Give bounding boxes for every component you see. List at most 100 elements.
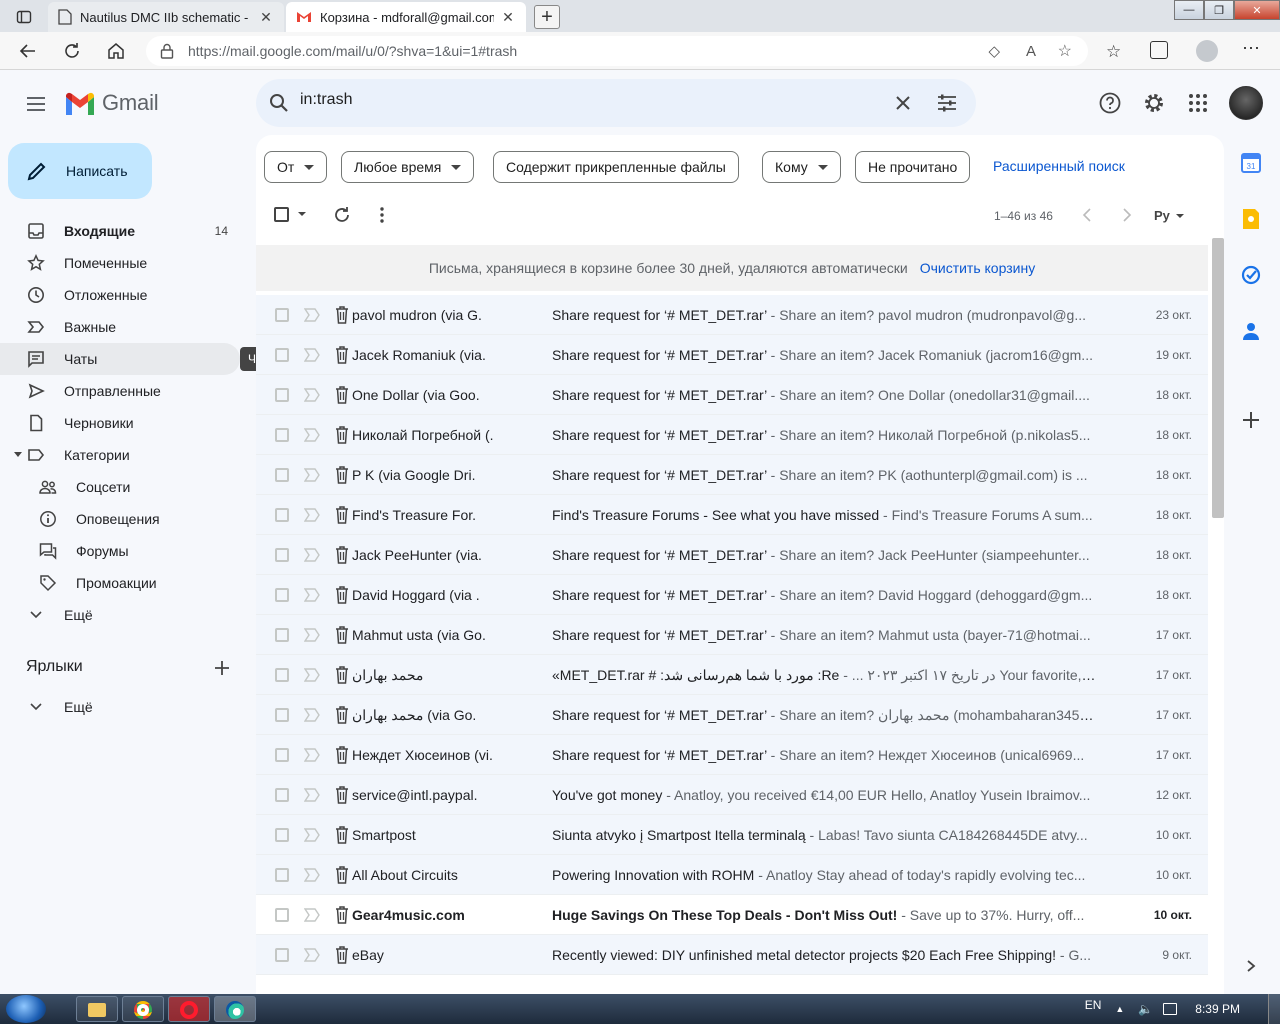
show-hidden-icons[interactable]: ▲ xyxy=(1115,1004,1124,1014)
profile-icon[interactable] xyxy=(1196,40,1218,62)
sidebar-item-chats[interactable]: Чаты xyxy=(0,343,240,375)
row-checkbox[interactable] xyxy=(275,468,289,482)
contacts-addon[interactable] xyxy=(1240,320,1262,342)
filter-attachments-chip[interactable]: Содержит прикрепленные файлы xyxy=(493,151,739,183)
email-row[interactable]: pavol mudron (via G. Share request for ‘#… xyxy=(256,295,1208,335)
scrollbar-thumb[interactable] xyxy=(1212,238,1224,518)
importance-marker-icon[interactable] xyxy=(304,948,320,962)
search-icon[interactable] xyxy=(268,92,290,114)
email-row[interactable]: P K (via Google Dri. Share request for ‘#… xyxy=(256,455,1208,495)
importance-marker-icon[interactable] xyxy=(304,788,320,802)
calendar-addon[interactable]: 31 xyxy=(1240,152,1262,174)
labels-more[interactable]: Ещё xyxy=(0,691,240,723)
sidebar-item-more[interactable]: Ещё xyxy=(0,599,240,631)
importance-marker-icon[interactable] xyxy=(304,388,320,402)
caret-down-icon[interactable] xyxy=(14,452,22,457)
email-row[interactable]: Jacek Romaniuk (via. Share request for ‘#… xyxy=(256,335,1208,375)
minimize-button[interactable]: — xyxy=(1174,0,1204,20)
row-checkbox[interactable] xyxy=(275,948,289,962)
sidebar-item-snoozed[interactable]: Отложенные xyxy=(0,279,240,311)
row-checkbox[interactable] xyxy=(275,868,289,882)
row-checkbox[interactable] xyxy=(275,428,289,442)
sidebar-item-social[interactable]: Соцсети xyxy=(0,471,240,503)
row-checkbox[interactable] xyxy=(275,588,289,602)
row-checkbox[interactable] xyxy=(275,548,289,562)
collections-icon[interactable] xyxy=(1150,41,1168,59)
add-addon-button[interactable] xyxy=(1240,409,1262,431)
edge-taskbar-button[interactable] xyxy=(214,996,256,1022)
advanced-search-link[interactable]: Расширенный поиск xyxy=(993,158,1125,174)
read-aloud-icon[interactable]: A xyxy=(1026,43,1036,60)
row-checkbox[interactable] xyxy=(275,308,289,322)
filter-unread-chip[interactable]: Не прочитано xyxy=(855,151,971,183)
add-favorite-icon[interactable]: ☆ xyxy=(1058,41,1072,61)
volume-icon[interactable]: 🔈 xyxy=(1138,1002,1153,1016)
settings-button[interactable] xyxy=(1140,89,1168,117)
row-checkbox[interactable] xyxy=(275,628,289,642)
importance-marker-icon[interactable] xyxy=(304,708,320,722)
empty-trash-button[interactable]: Очистить корзину xyxy=(920,260,1036,276)
importance-marker-icon[interactable] xyxy=(304,908,320,922)
reload-button[interactable] xyxy=(52,32,92,70)
compose-button[interactable]: Написать xyxy=(8,143,152,199)
email-row[interactable]: Николай Погребной (. Share request for ‘#… xyxy=(256,415,1208,455)
main-menu-button[interactable] xyxy=(22,90,50,118)
start-button[interactable] xyxy=(6,995,46,1023)
home-button[interactable] xyxy=(96,32,136,70)
row-checkbox[interactable] xyxy=(275,388,289,402)
importance-marker-icon[interactable] xyxy=(304,468,320,482)
email-row[interactable]: Mahmut usta (via Go. Share request for ‘#… xyxy=(256,615,1208,655)
select-all-checkbox[interactable] xyxy=(274,207,289,222)
previous-page-button[interactable] xyxy=(1078,205,1098,225)
email-row[interactable]: service@intl.paypal. You've got money - A… xyxy=(256,775,1208,815)
add-label-button[interactable] xyxy=(212,658,234,680)
email-row[interactable]: All About Circuits Powering Innovation wi… xyxy=(256,855,1208,895)
importance-marker-icon[interactable] xyxy=(304,628,320,642)
new-tab-button[interactable]: + xyxy=(534,5,560,29)
maximize-button[interactable]: ❐ xyxy=(1204,0,1234,20)
chrome-taskbar-button[interactable] xyxy=(122,996,164,1022)
sidebar-item-inbox[interactable]: Входящие 14 xyxy=(0,215,240,247)
sidebar-item-forums[interactable]: Форумы xyxy=(0,535,240,567)
keep-addon[interactable] xyxy=(1240,208,1262,230)
tab-actions-icon[interactable] xyxy=(0,2,48,32)
help-button[interactable] xyxy=(1096,89,1124,117)
close-tab-icon[interactable]: ✕ xyxy=(258,9,274,26)
show-side-panel-button[interactable] xyxy=(1240,955,1262,977)
account-avatar[interactable] xyxy=(1229,86,1263,120)
row-checkbox[interactable] xyxy=(275,748,289,762)
email-row[interactable]: Jack PeeHunter (via. Share request for ‘#… xyxy=(256,535,1208,575)
email-row[interactable]: Gear4music.com Huge Savings On These Top … xyxy=(256,895,1208,935)
back-button[interactable] xyxy=(8,32,48,70)
browser-menu-icon[interactable]: ⋯ xyxy=(1242,38,1260,59)
sidebar-item-drafts[interactable]: Черновики xyxy=(0,407,240,439)
importance-marker-icon[interactable] xyxy=(304,828,320,842)
refresh-button[interactable] xyxy=(332,205,352,225)
email-row[interactable]: Smartpost Siunta atvyko į Smartpost Itell… xyxy=(256,815,1208,855)
explorer-taskbar-button[interactable] xyxy=(76,996,118,1022)
row-checkbox[interactable] xyxy=(275,508,289,522)
search-options-icon[interactable] xyxy=(936,93,958,113)
importance-marker-icon[interactable] xyxy=(304,348,320,362)
sidebar-item-updates[interactable]: Оповещения xyxy=(0,503,240,535)
next-page-button[interactable] xyxy=(1116,205,1136,225)
tasks-addon[interactable] xyxy=(1240,264,1262,286)
show-desktop-button[interactable] xyxy=(1268,994,1280,1024)
email-row[interactable]: محمد بهاران «MET_DET.rar # :مورد با شما ه… xyxy=(256,655,1208,695)
importance-marker-icon[interactable] xyxy=(304,428,320,442)
row-checkbox[interactable] xyxy=(275,708,289,722)
row-checkbox[interactable] xyxy=(275,348,289,362)
address-bar[interactable]: https://mail.google.com/mail/u/0/?shva=1… xyxy=(146,36,1088,66)
email-row[interactable]: One Dollar (via Goo. Share request for ‘#… xyxy=(256,375,1208,415)
row-checkbox[interactable] xyxy=(275,788,289,802)
importance-marker-icon[interactable] xyxy=(304,308,320,322)
input-language[interactable]: EN xyxy=(1085,998,1102,1012)
reader-view-icon[interactable]: ◇ xyxy=(988,42,1000,60)
email-row[interactable]: eBay Recently viewed: DIY unfinished meta… xyxy=(256,935,1208,975)
email-row[interactable]: Find's Treasure For. Find's Treasure Foru… xyxy=(256,495,1208,535)
sidebar-item-sent[interactable]: Отправленные xyxy=(0,375,240,407)
gmail-logo[interactable]: Gmail xyxy=(64,90,159,116)
email-row[interactable]: Неждет Хюсеинов (vi. Share request for ‘#… xyxy=(256,735,1208,775)
select-dropdown-icon[interactable] xyxy=(298,212,306,216)
clear-search-icon[interactable] xyxy=(894,94,912,112)
